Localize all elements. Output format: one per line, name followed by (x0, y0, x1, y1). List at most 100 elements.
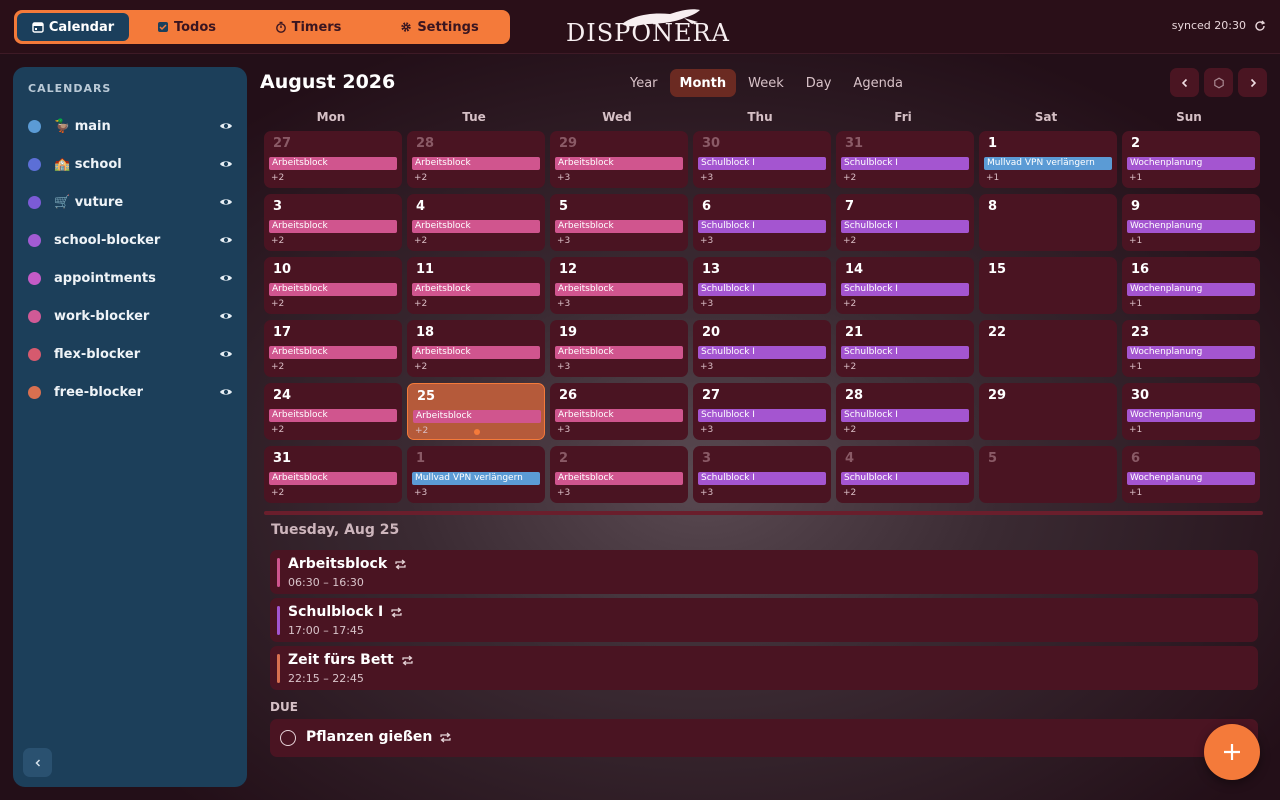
day-cell[interactable]: 2 Wochenplanung +1 (1122, 131, 1260, 188)
day-cell[interactable]: 18 Arbeitsblock +2 (407, 320, 545, 377)
agenda-event[interactable]: Schulblock I 17:00 – 17:45 (270, 598, 1258, 642)
day-cell[interactable]: 23 Wochenplanung +1 (1122, 320, 1260, 377)
event-chip[interactable]: Arbeitsblock (555, 283, 683, 296)
day-cell[interactable]: 31 Arbeitsblock +2 (264, 446, 402, 503)
calendar-item[interactable]: 🏫 school (13, 145, 247, 183)
day-cell[interactable]: 19 Arbeitsblock +3 (550, 320, 688, 377)
more-events-count[interactable]: +3 (557, 173, 570, 183)
view-month[interactable]: Month (669, 69, 737, 97)
event-chip[interactable]: Arbeitsblock (413, 410, 541, 423)
event-chip[interactable]: Arbeitsblock (269, 472, 397, 485)
event-chip[interactable]: Arbeitsblock (269, 409, 397, 422)
view-week[interactable]: Week (738, 69, 794, 97)
today-button[interactable] (1204, 68, 1233, 97)
eye-icon[interactable] (219, 119, 233, 133)
day-cell[interactable]: 24 Arbeitsblock +2 (264, 383, 402, 440)
day-cell[interactable]: 1 Mullvad VPN verlängern +1 (979, 131, 1117, 188)
eye-icon[interactable] (219, 157, 233, 171)
more-events-count[interactable]: +3 (700, 299, 713, 309)
previous-month-button[interactable] (1170, 68, 1199, 97)
more-events-count[interactable]: +2 (843, 173, 856, 183)
calendar-item[interactable]: 🛒 vuture (13, 183, 247, 221)
more-events-count[interactable]: +1 (1129, 362, 1142, 372)
calendar-item[interactable]: free-blocker (13, 373, 247, 411)
day-cell[interactable]: 7 Schulblock I +2 (836, 194, 974, 251)
agenda-event[interactable]: Arbeitsblock 06:30 – 16:30 (270, 550, 1258, 594)
more-events-count[interactable]: +1 (986, 173, 999, 183)
day-cell[interactable]: 17 Arbeitsblock +2 (264, 320, 402, 377)
day-cell[interactable]: 3 Arbeitsblock +2 (264, 194, 402, 251)
day-cell[interactable]: 14 Schulblock I +2 (836, 257, 974, 314)
calendar-item[interactable]: flex-blocker (13, 335, 247, 373)
event-chip[interactable]: Mullvad VPN verlängern (412, 472, 540, 485)
tab-timers[interactable]: Timers (244, 13, 372, 41)
more-events-count[interactable]: +2 (843, 488, 856, 498)
eye-icon[interactable] (219, 309, 233, 323)
day-cell[interactable]: 27 Arbeitsblock +2 (264, 131, 402, 188)
view-day[interactable]: Day (796, 69, 842, 97)
more-events-count[interactable]: +3 (557, 488, 570, 498)
more-events-count[interactable]: +1 (1129, 299, 1142, 309)
more-events-count[interactable]: +3 (557, 299, 570, 309)
more-events-count[interactable]: +3 (557, 362, 570, 372)
event-chip[interactable]: Schulblock I (698, 220, 826, 233)
day-cell[interactable]: 20 Schulblock I +3 (693, 320, 831, 377)
event-chip[interactable]: Arbeitsblock (412, 283, 540, 296)
event-chip[interactable]: Arbeitsblock (555, 157, 683, 170)
event-chip[interactable]: Arbeitsblock (555, 409, 683, 422)
event-chip[interactable]: Wochenplanung (1127, 346, 1255, 359)
day-cell[interactable]: 26 Arbeitsblock +3 (550, 383, 688, 440)
event-chip[interactable]: Mullvad VPN verlängern (984, 157, 1112, 170)
event-chip[interactable]: Schulblock I (841, 283, 969, 296)
event-chip[interactable]: Arbeitsblock (269, 220, 397, 233)
day-cell[interactable]: 10 Arbeitsblock +2 (264, 257, 402, 314)
more-events-count[interactable]: +2 (271, 299, 284, 309)
due-item[interactable]: Pflanzen gießen (270, 719, 1258, 757)
more-events-count[interactable]: +2 (843, 362, 856, 372)
eye-icon[interactable] (219, 195, 233, 209)
more-events-count[interactable]: +2 (271, 362, 284, 372)
event-chip[interactable]: Arbeitsblock (269, 157, 397, 170)
more-events-count[interactable]: +1 (1129, 173, 1142, 183)
more-events-count[interactable]: +3 (700, 425, 713, 435)
day-cell[interactable]: 6 Wochenplanung +1 (1122, 446, 1260, 503)
more-events-count[interactable]: +2 (414, 299, 427, 309)
event-chip[interactable]: Schulblock I (841, 157, 969, 170)
event-chip[interactable]: Wochenplanung (1127, 283, 1255, 296)
eye-icon[interactable] (219, 347, 233, 361)
todo-checkbox[interactable] (280, 730, 296, 746)
event-chip[interactable]: Arbeitsblock (555, 472, 683, 485)
event-chip[interactable]: Arbeitsblock (269, 346, 397, 359)
day-cell[interactable]: 5 Arbeitsblock +3 (550, 194, 688, 251)
day-cell[interactable]: 4 Schulblock I +2 (836, 446, 974, 503)
view-year[interactable]: Year (620, 69, 668, 97)
agenda-event[interactable]: Zeit fürs Bett 22:15 – 22:45 (270, 646, 1258, 690)
event-chip[interactable]: Schulblock I (698, 472, 826, 485)
day-cell[interactable]: 31 Schulblock I +2 (836, 131, 974, 188)
day-cell[interactable]: 2 Arbeitsblock +3 (550, 446, 688, 503)
day-cell-today[interactable]: 25 Arbeitsblock +2 (407, 383, 545, 440)
event-chip[interactable]: Wochenplanung (1127, 409, 1255, 422)
day-cell[interactable]: 29 (979, 383, 1117, 440)
day-cell[interactable]: 9 Wochenplanung +1 (1122, 194, 1260, 251)
refresh-icon[interactable] (1254, 20, 1266, 32)
more-events-count[interactable]: +3 (700, 362, 713, 372)
more-events-count[interactable]: +3 (414, 488, 427, 498)
more-events-count[interactable]: +1 (1129, 236, 1142, 246)
day-cell[interactable]: 22 (979, 320, 1117, 377)
tab-calendar[interactable]: Calendar (17, 13, 129, 41)
more-events-count[interactable]: +2 (271, 173, 284, 183)
event-chip[interactable]: Schulblock I (698, 157, 826, 170)
tab-settings[interactable]: Settings (372, 13, 507, 41)
next-month-button[interactable] (1238, 68, 1267, 97)
more-events-count[interactable]: +2 (843, 299, 856, 309)
event-chip[interactable]: Wochenplanung (1127, 472, 1255, 485)
more-events-count[interactable]: +2 (843, 236, 856, 246)
day-cell[interactable]: 28 Schulblock I +2 (836, 383, 974, 440)
more-events-count[interactable]: +1 (1129, 488, 1142, 498)
event-chip[interactable]: Schulblock I (698, 346, 826, 359)
event-chip[interactable]: Schulblock I (841, 220, 969, 233)
day-cell[interactable]: 5 (979, 446, 1117, 503)
more-events-count[interactable]: +3 (557, 425, 570, 435)
more-events-count[interactable]: +2 (271, 236, 284, 246)
